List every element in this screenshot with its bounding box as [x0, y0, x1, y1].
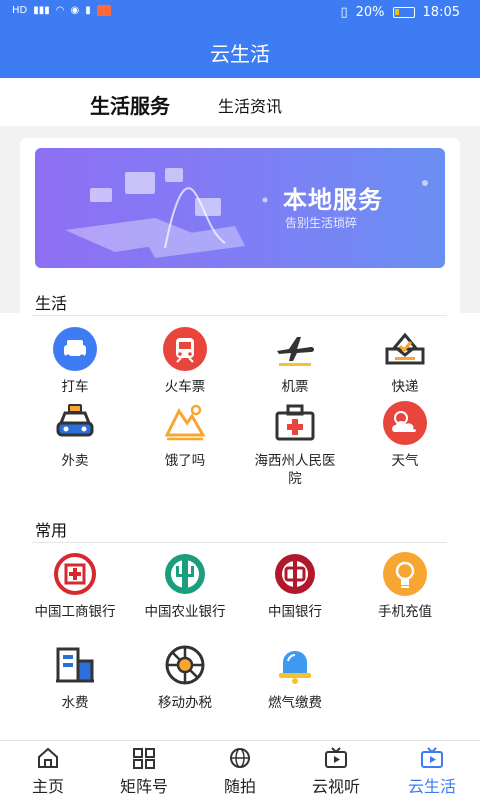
service-train-ticket[interactable]: 火车票	[130, 326, 240, 396]
service-taxi[interactable]: 打车	[20, 326, 130, 396]
grid-icon	[133, 748, 155, 769]
page-title: 云生活	[210, 41, 270, 66]
service-hospital[interactable]: 海西州人民医院	[240, 400, 350, 488]
service-gas-bill[interactable]: 燃气缴费	[240, 642, 350, 712]
divider	[32, 542, 447, 543]
status-bar: HD ▮▮▮ ◠ ◉ ▮ ▯ 20% 18:05	[0, 0, 480, 26]
banner-subtitle: 告别生活琐碎	[285, 216, 358, 230]
tv-icon	[325, 747, 347, 768]
service-label: 火车票	[164, 379, 206, 395]
nav-cloud-life[interactable]: 云生活	[384, 747, 480, 797]
divider	[32, 315, 447, 316]
section-header-bg	[20, 278, 460, 314]
service-label: 天气	[391, 453, 419, 469]
status-left: HD ▮▮▮ ◠ ◉ ▮	[12, 5, 111, 16]
nav-matrix[interactable]: 矩阵号	[96, 747, 192, 797]
tab-bar: 生活服务 生活资讯	[0, 78, 480, 126]
service-label: 中国工商银行	[34, 604, 116, 620]
service-label: 外卖	[61, 453, 89, 469]
taxi-icon	[52, 326, 98, 372]
nav-label: 矩阵号	[119, 777, 168, 796]
service-air-ticket[interactable]: 机票	[240, 326, 350, 396]
tax-wheel-icon	[162, 642, 208, 688]
nav-home[interactable]: 主页	[0, 747, 96, 797]
service-label: 饿了吗	[164, 453, 206, 469]
service-eleme[interactable]: 饿了吗	[130, 400, 240, 470]
service-label: 移动办税	[158, 695, 212, 711]
status-right: ▯ 20% 18:05	[340, 5, 460, 20]
service-boc[interactable]: 中国银行	[240, 551, 350, 621]
battery-percent: 20%	[355, 5, 385, 20]
local-service-banner[interactable]: 本地服务 告别生活琐碎	[35, 148, 445, 268]
nav-label: 主页	[31, 777, 64, 796]
nav-label: 随拍	[223, 777, 256, 796]
water-building-icon	[52, 642, 98, 688]
service-label: 中国银行	[268, 604, 322, 620]
battery-icon	[392, 7, 415, 18]
app-header: 云生活	[0, 26, 480, 78]
lightbulb-icon	[382, 551, 428, 597]
hospital-icon	[272, 400, 318, 446]
train-icon	[162, 326, 208, 372]
service-takeaway[interactable]: 外卖	[20, 400, 130, 470]
service-label: 水费	[61, 695, 89, 711]
service-weather[interactable]: 天气	[350, 400, 460, 470]
notification-icon	[96, 5, 111, 16]
express-box-icon	[382, 326, 428, 372]
abc-icon	[162, 551, 208, 597]
globe-icon	[230, 748, 250, 768]
tab-life-news[interactable]: 生活资讯	[218, 93, 282, 117]
eye-icon: ◉	[70, 5, 80, 16]
service-phone-recharge[interactable]: 手机充值	[350, 551, 460, 621]
service-label: 打车	[61, 379, 89, 395]
service-mobile-tax[interactable]: 移动办税	[130, 642, 240, 712]
section-title-common: 常用	[35, 521, 68, 540]
service-label: 手机充值	[378, 604, 432, 620]
service-water-bill[interactable]: 水费	[20, 642, 130, 712]
service-abc[interactable]: 中国农业银行	[130, 551, 240, 621]
plane-icon	[272, 326, 318, 372]
hd-indicator: HD	[12, 5, 28, 16]
signal-icon: ▮▮▮	[33, 5, 50, 16]
lock-icon: ▮	[85, 5, 91, 16]
service-label: 燃气缴费	[268, 695, 322, 711]
nav-cloud-tv[interactable]: 云视听	[288, 747, 384, 797]
vibrate-icon: ▯	[340, 5, 348, 20]
delivery-car-icon	[52, 400, 98, 446]
clock: 18:05	[422, 5, 460, 20]
service-label: 中国农业银行	[144, 604, 226, 620]
gas-bell-icon	[272, 642, 318, 688]
weather-icon	[382, 400, 428, 446]
service-label: 海西州人民医院	[254, 453, 336, 487]
icbc-icon	[52, 551, 98, 597]
service-label: 快递	[391, 379, 419, 395]
service-label: 机票	[281, 379, 309, 395]
wifi-icon: ◠	[55, 5, 65, 16]
nav-label: 云视听	[311, 777, 360, 796]
tab-life-service[interactable]: 生活服务	[90, 90, 170, 119]
nav-label: 云生活	[407, 777, 456, 796]
service-icbc[interactable]: 中国工商银行	[20, 551, 130, 621]
banner-illustration-icon	[65, 168, 428, 258]
service-express[interactable]: 快递	[350, 326, 460, 396]
home-icon	[38, 747, 58, 768]
banner-title: 本地服务	[283, 186, 383, 214]
boc-icon	[272, 551, 318, 597]
mountain-icon	[162, 400, 208, 446]
nav-snapshot[interactable]: 随拍	[192, 747, 288, 797]
section-title-life: 生活	[35, 294, 68, 313]
bottom-nav: 主页 矩阵号 随拍 云视听 云生活	[0, 740, 480, 800]
cloud-life-icon	[421, 747, 443, 768]
